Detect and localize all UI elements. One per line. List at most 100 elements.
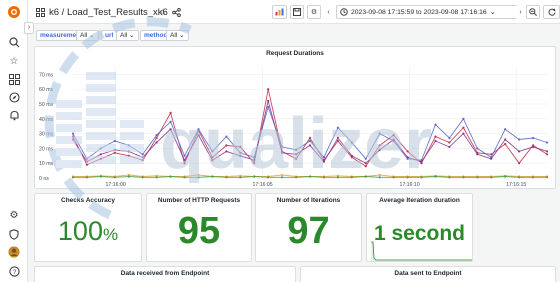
data-point [281,176,284,179]
data-point [392,138,395,141]
settings-gear-icon[interactable]: ⚙ [7,208,21,222]
data-sent-panel[interactable]: Data sent to Endpoint [300,266,556,282]
data-point [545,153,549,156]
stat-value: 100% [35,216,141,247]
grafana-app: ☆ ⚙ ? › k6 / Load_Test_Results_xk6 ☆ ⚙ ‹… [0,0,560,282]
data-point [71,138,75,141]
stat-unit: % [102,225,119,244]
data-point [141,156,144,159]
panel-title: Data sent to Endpoint [394,270,462,277]
alerting-bell-icon[interactable] [7,108,21,122]
data-point [350,141,353,144]
add-panel-icon[interactable] [272,5,287,19]
svg-text:?: ? [12,269,16,276]
save-dashboard-icon[interactable] [290,5,304,19]
time-range-picker[interactable]: 2023-09-08 17:15:59 to 2023-09-08 17:16:… [336,5,523,19]
data-point [518,162,521,165]
data-point [211,150,214,153]
data-point [406,150,409,153]
sparkline [371,241,472,261]
data-point [378,132,381,135]
data-point [183,176,186,179]
variable-select-measurement[interactable]: All ⌄ [76,30,99,41]
share-icon[interactable] [172,0,181,24]
data-point [504,175,507,178]
data-point [85,176,88,179]
expand-sidebar-button[interactable]: › [24,22,34,34]
checks-accuracy-panel[interactable]: Checks Accuracy 100% [34,193,142,262]
dashboards-icon[interactable] [7,72,21,86]
shield-icon[interactable] [7,227,21,241]
time-shift-back-icon[interactable]: ‹ [324,5,333,19]
search-icon[interactable] [7,35,21,49]
http-requests-panel[interactable]: Number of HTTP Requests 95 [146,193,252,262]
star-dashboard-icon[interactable]: ☆ [159,0,167,24]
y-tick-label: 30 ms [39,132,54,138]
grafana-logo-icon[interactable] [7,5,21,19]
variable-label-url: url [101,30,118,41]
time-shift-forward-icon[interactable]: › [516,5,525,19]
zoom-out-icon[interactable] [526,5,540,19]
data-point [322,160,325,163]
user-avatar[interactable] [7,245,21,259]
data-point [420,160,423,163]
data-point [267,176,270,179]
refresh-icon[interactable] [543,5,560,19]
star-icon[interactable]: ☆ [7,54,21,68]
data-point [295,157,298,160]
dashboard-breadcrumb-title[interactable]: k6 / Load_Test_Results_xk6 [49,0,168,24]
data-point [155,134,158,137]
data-point [155,141,158,144]
data-point [420,176,423,179]
data-point [336,139,339,143]
data-point [239,176,242,179]
series-line [72,100,548,164]
panel-title: Number of Iterations [276,197,341,204]
data-point [504,138,507,141]
data-point [308,136,312,140]
data-point [267,105,270,109]
data-point [336,176,339,179]
data-point [490,157,493,160]
data-point [448,145,451,148]
help-icon[interactable]: ? [7,264,21,278]
data-point [211,175,214,178]
data-point [197,128,200,131]
data-point [113,176,116,179]
clock-icon [340,8,348,16]
data-point [155,176,158,179]
iterations-panel[interactable]: Number of Iterations 97 [255,193,362,262]
data-point [545,150,549,153]
data-point [295,153,298,156]
request-durations-panel[interactable]: Request Durations 0 ns 10 ms 20 ms 30 ms 40 … [34,46,556,189]
data-point [71,132,75,135]
data-received-panel[interactable]: Data received from Endpoint [34,266,296,282]
data-point [253,159,256,162]
data-point [169,128,172,131]
data-point [378,144,381,147]
variable-select-method[interactable]: All ⌄ [166,30,189,41]
data-point [518,138,521,141]
y-tick-label: 10 ms [39,161,54,167]
data-point [322,156,325,159]
data-point [169,120,172,123]
data-point [99,175,102,178]
y-tick-label: 70 ms [39,72,54,78]
data-point [169,111,172,114]
data-point [113,139,116,143]
dashboard-settings-icon[interactable]: ⚙ [307,5,321,19]
data-point [225,144,228,147]
data-point [462,176,465,179]
data-point [336,136,339,140]
data-point [85,163,88,166]
data-point [364,165,367,168]
data-point [308,139,312,143]
variable-select-url[interactable]: All ⌄ [116,30,139,41]
panel-title: Checks Accuracy [61,197,115,204]
data-point [141,176,144,179]
avg-iteration-duration-panel[interactable]: Average Iteration duration 1 second [366,193,473,262]
explore-icon[interactable] [7,90,21,104]
data-point [113,148,116,151]
data-point [225,176,228,179]
data-point [532,176,535,179]
